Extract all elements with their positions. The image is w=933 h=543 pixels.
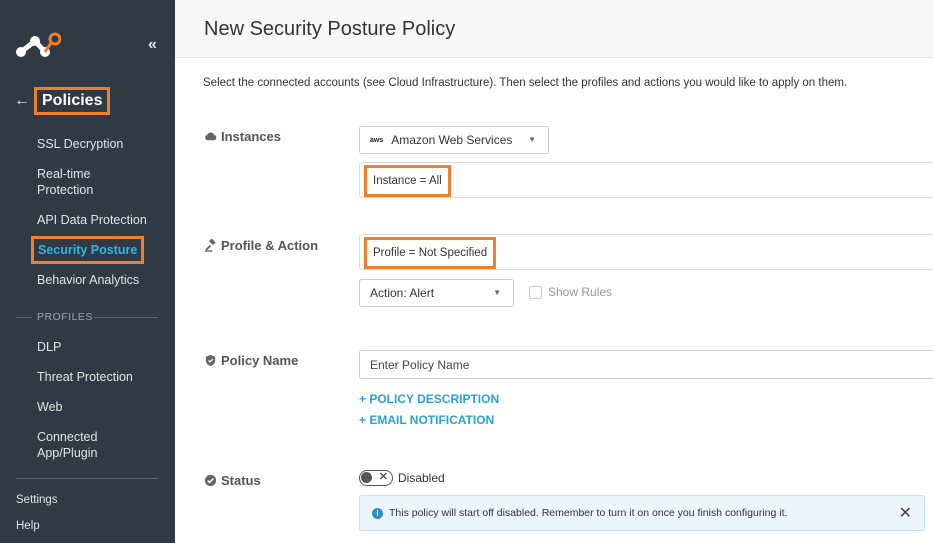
policy-name-label: Policy Name (204, 353, 298, 368)
shield-icon (205, 354, 216, 367)
policy-name-label-text: Policy Name (221, 353, 299, 368)
instances-label: Instances (204, 129, 281, 144)
collapse-sidebar-icon[interactable]: « (148, 36, 157, 54)
chevron-down-icon: ▼ (528, 135, 536, 144)
back-row: ← Policies (14, 87, 111, 115)
checkbox-box[interactable] (529, 285, 542, 299)
sidebar-item-behavior-analytics[interactable]: Behavior Analytics (37, 272, 139, 288)
instances-label-text: Instances (221, 129, 281, 144)
action-select-value: Action: Alert (370, 286, 435, 300)
help-link[interactable]: Help (16, 520, 40, 532)
toggle-x-icon: ✕ (378, 471, 388, 483)
sidebar-item-real-time-protection[interactable]: Real-time Protection (37, 166, 117, 198)
profile-action-label-text: Profile & Action (221, 238, 319, 253)
status-toggle-text: Disabled (398, 471, 445, 485)
policy-description-link[interactable]: + POLICY DESCRIPTION (359, 392, 499, 406)
netskope-logo-icon (16, 32, 61, 57)
email-notification-link[interactable]: + EMAIL NOTIFICATION (359, 413, 494, 427)
action-select[interactable]: Action: Alert ▼ (359, 279, 514, 307)
aws-icon: aws (370, 136, 384, 144)
bottom-divider (16, 478, 158, 479)
settings-link[interactable]: Settings (16, 494, 58, 506)
sidebar-title: Policies (34, 87, 111, 115)
provider-select-value: Amazon Web Services (391, 133, 513, 147)
instances-tag-field[interactable]: Instance = All (359, 162, 933, 198)
profile-tag-text: Profile = Not Specified (373, 247, 488, 259)
section-label-profiles: PROFILES (37, 311, 93, 323)
sidebar-item-security-posture[interactable]: Security Posture (31, 236, 145, 264)
page-header: New Security Posture Policy (175, 0, 933, 58)
section-divider (94, 317, 158, 318)
status-label: Status (204, 473, 261, 488)
chevron-down-icon: ▼ (493, 288, 501, 297)
sidebar-item-threat-protection[interactable]: Threat Protection (37, 369, 133, 385)
status-label-text: Status (221, 473, 261, 488)
check-circle-icon (204, 474, 217, 487)
sidebar: « ← Policies SSL Decryption Real-time Pr… (0, 0, 175, 543)
gavel-icon (204, 239, 216, 252)
sidebar-item-dlp[interactable]: DLP (37, 339, 61, 355)
status-toggle-row: ✕ Disabled (359, 470, 445, 486)
sidebar-item-ssl-decryption[interactable]: SSL Decryption (37, 136, 123, 152)
profile-tag[interactable]: Profile = Not Specified (364, 237, 497, 269)
section-divider (16, 317, 32, 318)
sidebar-item-web[interactable]: Web (37, 399, 62, 415)
close-icon[interactable]: ✕ (899, 503, 912, 523)
show-rules-checkbox[interactable]: Show Rules (529, 285, 612, 299)
policy-name-input[interactable] (359, 350, 933, 379)
provider-select[interactable]: aws Amazon Web Services ▼ (359, 126, 549, 154)
info-alert: i This policy will start off disabled. R… (359, 495, 925, 531)
instance-tag[interactable]: Instance = All (364, 165, 451, 197)
show-rules-label: Show Rules (548, 285, 613, 299)
intro-text: Select the connected accounts (see Cloud… (203, 77, 848, 89)
info-alert-text: This policy will start off disabled. Rem… (389, 507, 788, 519)
profile-action-label: Profile & Action (204, 238, 318, 253)
toggle-knob (361, 472, 372, 483)
cloud-icon (205, 132, 217, 141)
info-icon: i (372, 507, 383, 519)
page-title: New Security Posture Policy (204, 18, 456, 40)
sidebar-item-connected-app[interactable]: Connected App/Plugin (37, 429, 117, 461)
back-arrow-icon[interactable]: ← (14, 92, 30, 110)
instance-tag-text: Instance = All (373, 175, 442, 187)
sidebar-item-api-data-protection[interactable]: API Data Protection (37, 212, 147, 228)
profile-tag-field[interactable]: Profile = Not Specified (359, 234, 933, 270)
status-toggle[interactable]: ✕ (359, 470, 393, 486)
